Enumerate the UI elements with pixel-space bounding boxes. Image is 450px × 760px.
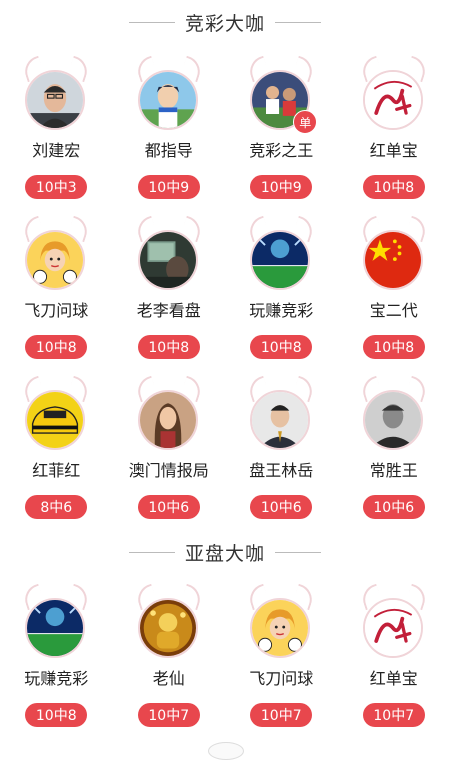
expert-card[interactable]: 老李看盘 10中8: [113, 204, 226, 364]
avatar-frame: [18, 64, 94, 138]
avatar[interactable]: [138, 598, 198, 658]
avatar[interactable]: [363, 598, 423, 658]
avatar[interactable]: [138, 230, 198, 290]
section-title-text: 亚盘大咖: [185, 539, 265, 566]
avatar[interactable]: [138, 390, 198, 450]
hit-record-badge[interactable]: 10中8: [138, 335, 200, 359]
expert-name[interactable]: 老李看盘: [137, 300, 201, 322]
avatar[interactable]: [250, 598, 310, 658]
avatar-frame: [243, 592, 319, 666]
avatar-frame: [131, 384, 207, 458]
avatar-frame: [131, 224, 207, 298]
hit-record-badge[interactable]: 10中8: [25, 703, 87, 727]
expert-card[interactable]: 单竞彩之王 10中9: [225, 44, 338, 204]
title-divider-right: [275, 22, 321, 23]
hit-record-badge[interactable]: 10中7: [138, 703, 200, 727]
expert-name[interactable]: 红单宝: [370, 140, 418, 162]
avatar-frame: [243, 384, 319, 458]
expert-grid: 刘建宏10中3都指导10中9单竞彩之王10中9红单宝10中8飞刀问球10中8老李…: [0, 44, 450, 524]
hit-record-badge[interactable]: 10中9: [138, 175, 200, 199]
hit-record-badge[interactable]: 10中6: [138, 495, 200, 519]
expert-name[interactable]: 盘王林岳: [249, 460, 313, 482]
hit-record-badge[interactable]: 10中7: [363, 703, 425, 727]
hit-record-badge[interactable]: 10中6: [250, 495, 312, 519]
expert-name[interactable]: 玩赚竞彩: [24, 668, 88, 690]
hit-record-badge[interactable]: 8中6: [25, 495, 87, 519]
expert-grid: 玩赚竞彩 10中8 老仙 10中7 飞刀问球 10中7 红单宝 10中7: [0, 572, 450, 732]
avatar-frame: [356, 384, 432, 458]
avatar[interactable]: [363, 390, 423, 450]
expert-name[interactable]: 飞刀问球: [249, 668, 313, 690]
hit-record-badge[interactable]: 10中6: [363, 495, 425, 519]
hit-record-badge[interactable]: 10中8: [363, 175, 425, 199]
expert-card[interactable]: 老仙 10中7: [113, 572, 226, 732]
expert-card[interactable]: 常胜王 10中6: [338, 364, 450, 524]
expert-name[interactable]: 玩赚竞彩: [249, 300, 313, 322]
hit-record-badge[interactable]: 10中9: [250, 175, 312, 199]
expert-card[interactable]: 玩赚竞彩 10中8: [0, 572, 113, 732]
avatar-frame: [356, 224, 432, 298]
hit-record-badge[interactable]: 10中3: [25, 175, 87, 199]
expert-name[interactable]: 老仙: [153, 668, 185, 690]
scroll-indicator: [208, 742, 244, 760]
title-divider-left: [129, 552, 175, 553]
avatar-frame: 单: [243, 64, 319, 138]
avatar[interactable]: [25, 390, 85, 450]
expert-name[interactable]: 宝二代: [370, 300, 418, 322]
section-title: 亚盘大咖: [0, 532, 450, 572]
avatar-frame: [356, 64, 432, 138]
expert-card[interactable]: 飞刀问球 10中7: [225, 572, 338, 732]
avatar[interactable]: [363, 70, 423, 130]
hit-record-badge[interactable]: 10中8: [363, 335, 425, 359]
avatar[interactable]: [25, 70, 85, 130]
avatar-frame: [131, 592, 207, 666]
section-1: 竞彩大咖 刘建宏 10中3 都指导 10中9 单竞彩之王 10中9 红单宝 10中8 飞刀问球 1…: [0, 0, 450, 524]
avatar-frame: [243, 224, 319, 298]
expert-name[interactable]: 常胜王: [370, 460, 418, 482]
section-title: 竞彩大咖: [0, 0, 450, 44]
expert-card[interactable]: 红单宝 10中7: [338, 572, 450, 732]
expert-card[interactable]: 都指导 10中9: [113, 44, 226, 204]
expert-name[interactable]: 飞刀问球: [24, 300, 88, 322]
single-badge: 单: [293, 110, 317, 134]
avatar[interactable]: [138, 70, 198, 130]
expert-name[interactable]: 都指导: [145, 140, 193, 162]
hit-record-badge[interactable]: 10中8: [250, 335, 312, 359]
hit-record-badge[interactable]: 10中7: [250, 703, 312, 727]
avatar[interactable]: [25, 230, 85, 290]
hit-record-badge[interactable]: 10中8: [25, 335, 87, 359]
expert-card[interactable]: 盘王林岳 10中6: [225, 364, 338, 524]
avatar-frame: [18, 384, 94, 458]
expert-card[interactable]: 宝二代 10中8: [338, 204, 450, 364]
expert-card[interactable]: 澳门情报局 10中6: [113, 364, 226, 524]
avatar-frame: [131, 64, 207, 138]
section-title-text: 竞彩大咖: [185, 9, 265, 36]
avatar[interactable]: [363, 230, 423, 290]
expert-name[interactable]: 红菲红: [32, 460, 80, 482]
title-divider-right: [275, 552, 321, 553]
expert-name[interactable]: 澳门情报局: [129, 460, 209, 482]
expert-card[interactable]: 刘建宏 10中3: [0, 44, 113, 204]
avatar-frame: [18, 592, 94, 666]
avatar[interactable]: [25, 598, 85, 658]
expert-name[interactable]: 刘建宏: [32, 140, 80, 162]
expert-card[interactable]: 红菲红 8中6: [0, 364, 113, 524]
avatar[interactable]: [250, 390, 310, 450]
expert-card[interactable]: 红单宝 10中8: [338, 44, 450, 204]
expert-card[interactable]: 飞刀问球 10中8: [0, 204, 113, 364]
avatar-frame: [356, 592, 432, 666]
section-2: 亚盘大咖 玩赚竞彩 10中8 老仙 10中7 飞刀问球 10中7 红单宝 10中7: [0, 532, 450, 732]
avatar[interactable]: [250, 230, 310, 290]
expert-card[interactable]: 玩赚竞彩 10中8: [225, 204, 338, 364]
title-divider-left: [129, 22, 175, 23]
expert-name[interactable]: 竞彩之王: [249, 140, 313, 162]
expert-name[interactable]: 红单宝: [370, 668, 418, 690]
avatar-frame: [18, 224, 94, 298]
